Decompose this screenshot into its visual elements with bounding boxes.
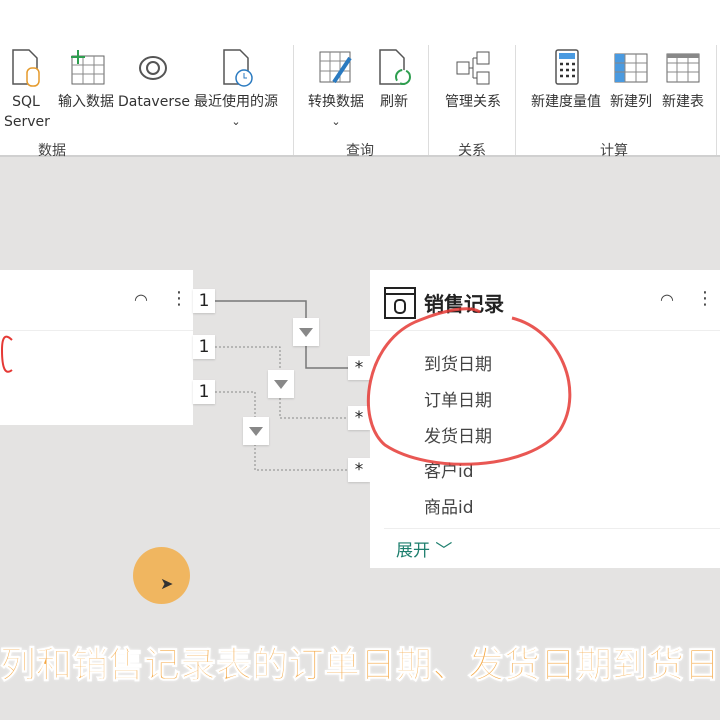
filter-direction-icon[interactable]	[268, 370, 294, 398]
filter-direction-icon[interactable]	[243, 417, 269, 445]
field-arrival-date[interactable]: 到货日期	[424, 350, 492, 375]
cardinality-one-marker: 1	[193, 335, 215, 359]
cardinality-one-marker: 1	[193, 380, 215, 404]
divider	[370, 330, 720, 331]
table-icon	[384, 287, 416, 319]
field-ship-date[interactable]: 发货日期	[424, 422, 492, 447]
cardinality-many-marker: *	[348, 458, 370, 482]
field-order-date[interactable]: 订单日期	[424, 386, 492, 411]
cursor-icon: ➤	[160, 574, 174, 593]
cardinality-many-marker: *	[348, 406, 370, 430]
chevron-down-icon: ﹀	[435, 541, 453, 561]
field-product-id[interactable]: 商品id	[424, 493, 474, 518]
more-options-icon[interactable]: ⋮	[696, 288, 714, 309]
cardinality-one-marker: 1	[193, 289, 215, 313]
field-customer-id[interactable]: 客户id	[424, 457, 474, 482]
expand-label: 展开	[396, 541, 430, 561]
cardinality-many-marker: *	[348, 356, 370, 380]
annotation-mark	[0, 335, 13, 373]
sales-records-table-card[interactable]: 销售记录 ◠ ⋮ 到货日期 订单日期 发货日期 客户id 商品id 展开 ﹀	[370, 270, 720, 568]
table-title: 销售记录	[424, 292, 504, 316]
filter-direction-icon[interactable]	[293, 318, 319, 346]
video-subtitle: 列和销售记录表的订单日期、发货日期到货日	[0, 645, 720, 687]
divider	[384, 528, 720, 529]
visibility-icon[interactable]: ◠	[660, 290, 674, 309]
expand-button[interactable]: 展开 ﹀	[396, 536, 452, 561]
